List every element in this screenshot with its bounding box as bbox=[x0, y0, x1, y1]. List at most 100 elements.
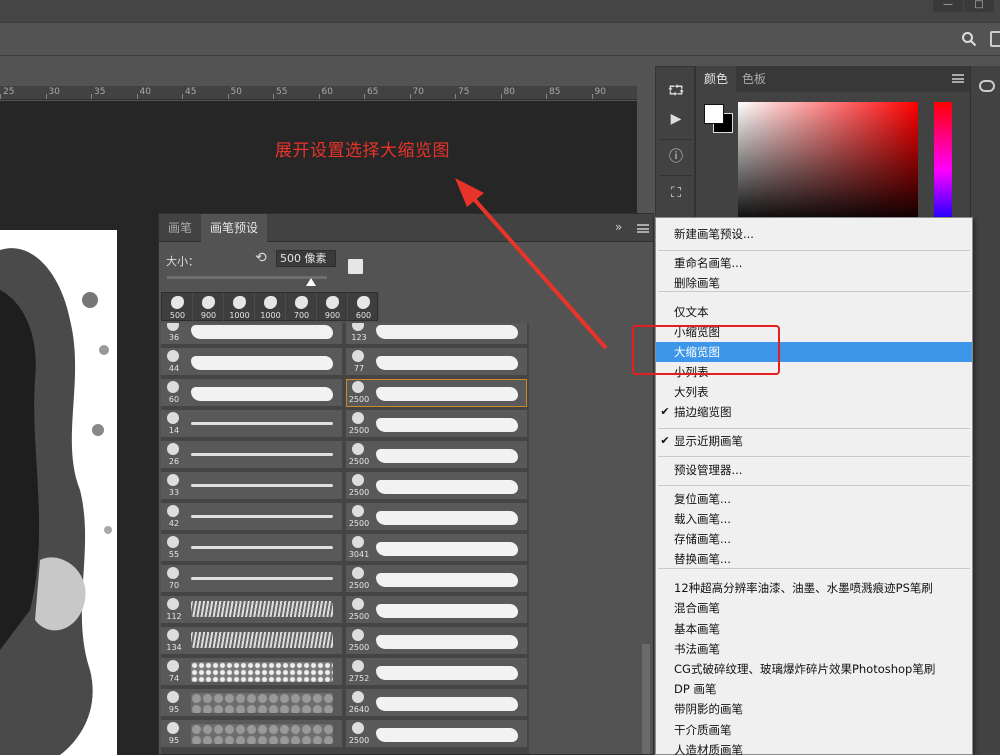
brush-stroke-preview bbox=[191, 387, 333, 401]
brush-preset-tile[interactable]: 55 bbox=[161, 534, 342, 562]
brush-preset-tile[interactable]: 123 bbox=[346, 323, 527, 345]
brush-preset-tile[interactable]: 95 bbox=[161, 720, 342, 748]
hue-slider[interactable] bbox=[934, 102, 952, 226]
menu-item[interactable]: 带阴影的画笔 bbox=[656, 699, 972, 719]
menu-item[interactable]: 小缩览图 bbox=[656, 322, 972, 342]
recent-brush-tile[interactable]: 1000 bbox=[255, 293, 286, 322]
menu-item[interactable]: 12种超高分辨率油漆、油墨、水墨喷溅痕迹PS笔刷 bbox=[656, 578, 972, 598]
brush-preset-tile[interactable]: 112 bbox=[161, 596, 342, 624]
brush-stroke-preview bbox=[191, 422, 333, 425]
brush-preset-tile[interactable]: 74 bbox=[161, 658, 342, 686]
brush-preset-tile[interactable]: 2500 bbox=[346, 472, 527, 500]
brush-tip-icon bbox=[167, 722, 179, 734]
brush-preset-tile[interactable]: 134 bbox=[161, 627, 342, 655]
color-panel-menu-icon[interactable] bbox=[952, 74, 964, 83]
brush-panel-menu-icon[interactable] bbox=[637, 224, 649, 233]
brush-preset-tile[interactable]: 2500 bbox=[346, 410, 527, 438]
brush-preset-tile[interactable]: 36 bbox=[161, 323, 342, 345]
brush-preset-tile[interactable]: 2500 bbox=[346, 720, 527, 748]
minimize-button[interactable]: — bbox=[933, 0, 963, 12]
menu-item-label: 删除画笔 bbox=[674, 276, 720, 290]
recent-brush-tile[interactable]: 1000 bbox=[224, 293, 255, 322]
menu-item[interactable]: 基本画笔 bbox=[656, 619, 972, 639]
new-preset-icon[interactable] bbox=[348, 259, 363, 274]
menu-item[interactable]: 重命名画笔... bbox=[656, 253, 972, 273]
brush-preset-tile[interactable]: 2500 bbox=[346, 379, 527, 407]
menu-item[interactable]: ✔ 描边缩览图 bbox=[656, 402, 972, 422]
size-slider[interactable] bbox=[167, 276, 327, 279]
recent-brush-tile[interactable]: 500 bbox=[162, 293, 193, 322]
brush-preset-tile[interactable]: 42 bbox=[161, 503, 342, 531]
brush-size-label: 3041 bbox=[348, 550, 370, 559]
recent-brush-tile[interactable]: 900 bbox=[317, 293, 348, 322]
document-image[interactable] bbox=[0, 230, 117, 755]
history-icon[interactable]: ⮔ bbox=[664, 79, 688, 103]
info-icon[interactable]: ⓘ bbox=[664, 145, 688, 169]
menu-item[interactable]: DP 画笔 bbox=[656, 679, 972, 699]
menu-item[interactable]: 大缩览图 bbox=[656, 342, 972, 362]
brush-tip-icon bbox=[233, 296, 246, 309]
brush-preset-tile[interactable]: 14 bbox=[161, 410, 342, 438]
brush-tip-icon bbox=[352, 660, 364, 672]
brush-preset-tile[interactable]: 2500 bbox=[346, 503, 527, 531]
brush-preset-tile[interactable]: 33 bbox=[161, 472, 342, 500]
menu-item[interactable]: 书法画笔 bbox=[656, 639, 972, 659]
brush-preset-tile[interactable]: 2640 bbox=[346, 689, 527, 717]
size-input[interactable]: 500 像素 bbox=[276, 250, 336, 267]
menu-item[interactable]: 小列表 bbox=[656, 362, 972, 382]
brush-tip-icon bbox=[202, 296, 215, 309]
brush-stroke-preview bbox=[191, 632, 333, 648]
brush-settings-icon[interactable]: ⛶ bbox=[664, 181, 688, 205]
brush-preset-tile[interactable]: 2500 bbox=[346, 565, 527, 593]
menu-item[interactable]: 大列表 bbox=[656, 382, 972, 402]
menu-item[interactable]: 存储画笔... bbox=[656, 529, 972, 549]
recent-brush-tile[interactable]: 900 bbox=[193, 293, 224, 322]
menu-item-label: CG式破碎纹理、玻璃爆炸碎片效果Photoshop笔刷 bbox=[674, 662, 936, 676]
menu-item[interactable]: 预设管理器... bbox=[656, 460, 972, 480]
tab-brush-presets[interactable]: 画笔预设 bbox=[201, 214, 268, 242]
brush-stroke-preview bbox=[191, 601, 333, 617]
menu-item-label: 载入画笔... bbox=[674, 512, 731, 526]
brush-tip-icon bbox=[167, 474, 179, 486]
brush-preset-tile[interactable]: 2500 bbox=[346, 441, 527, 469]
brush-preset-tile[interactable]: 2752 bbox=[346, 658, 527, 686]
menu-item[interactable]: 删除画笔 bbox=[656, 273, 972, 293]
play-icon[interactable]: ▶ bbox=[664, 107, 688, 131]
reset-size-icon[interactable]: ⟲ bbox=[255, 250, 267, 266]
recent-brush-tile[interactable]: 600 bbox=[348, 293, 379, 322]
menu-item[interactable]: 新建画笔预设... bbox=[656, 224, 972, 244]
color-spectrum-field[interactable] bbox=[738, 102, 918, 226]
libraries-icon[interactable] bbox=[979, 80, 995, 92]
brush-preset-tile[interactable]: 60 bbox=[161, 379, 342, 407]
search-icon[interactable] bbox=[961, 31, 977, 47]
tab-brush[interactable]: 画笔 bbox=[159, 214, 201, 242]
brush-tip-icon bbox=[352, 691, 364, 703]
menu-item[interactable]: CG式破碎纹理、玻璃爆炸碎片效果Photoshop笔刷 bbox=[656, 659, 972, 679]
menu-item[interactable]: 替换画笔... bbox=[656, 549, 972, 569]
brush-preset-tile[interactable]: 77 bbox=[346, 348, 527, 376]
menu-item[interactable]: 干介质画笔 bbox=[656, 720, 972, 740]
recent-brush-tile[interactable]: 700 bbox=[286, 293, 317, 322]
collapse-icon[interactable]: » bbox=[615, 220, 622, 234]
menu-item[interactable]: ✔ 显示近期画笔 bbox=[656, 431, 972, 451]
tab-swatches[interactable]: 色板 bbox=[734, 66, 774, 92]
brush-stroke-preview bbox=[191, 356, 333, 370]
brush-list-scrollbar[interactable] bbox=[642, 644, 650, 754]
brush-preset-tile[interactable]: 26 bbox=[161, 441, 342, 469]
tab-color[interactable]: 颜色 bbox=[696, 66, 737, 92]
brush-preset-tile[interactable]: 70 bbox=[161, 565, 342, 593]
brush-preset-tile[interactable]: 3041 bbox=[346, 534, 527, 562]
brush-preset-tile[interactable]: 2500 bbox=[346, 596, 527, 624]
size-slider-thumb[interactable] bbox=[306, 278, 316, 286]
menu-item[interactable]: 混合画笔 bbox=[656, 598, 972, 618]
menu-item[interactable]: 仅文本 bbox=[656, 302, 972, 322]
brush-preset-tile[interactable]: 44 bbox=[161, 348, 342, 376]
maximize-button[interactable]: □ bbox=[964, 0, 994, 12]
brush-preset-tile[interactable]: 2500 bbox=[346, 627, 527, 655]
menu-item[interactable]: 复位画笔... bbox=[656, 489, 972, 509]
brush-preset-tile[interactable]: 95 bbox=[161, 689, 342, 717]
menu-item[interactable]: 人造材质画笔 bbox=[656, 740, 972, 755]
workspace-icon[interactable] bbox=[990, 31, 1000, 47]
foreground-color-swatch[interactable] bbox=[704, 104, 724, 124]
menu-item[interactable]: 载入画笔... bbox=[656, 509, 972, 529]
